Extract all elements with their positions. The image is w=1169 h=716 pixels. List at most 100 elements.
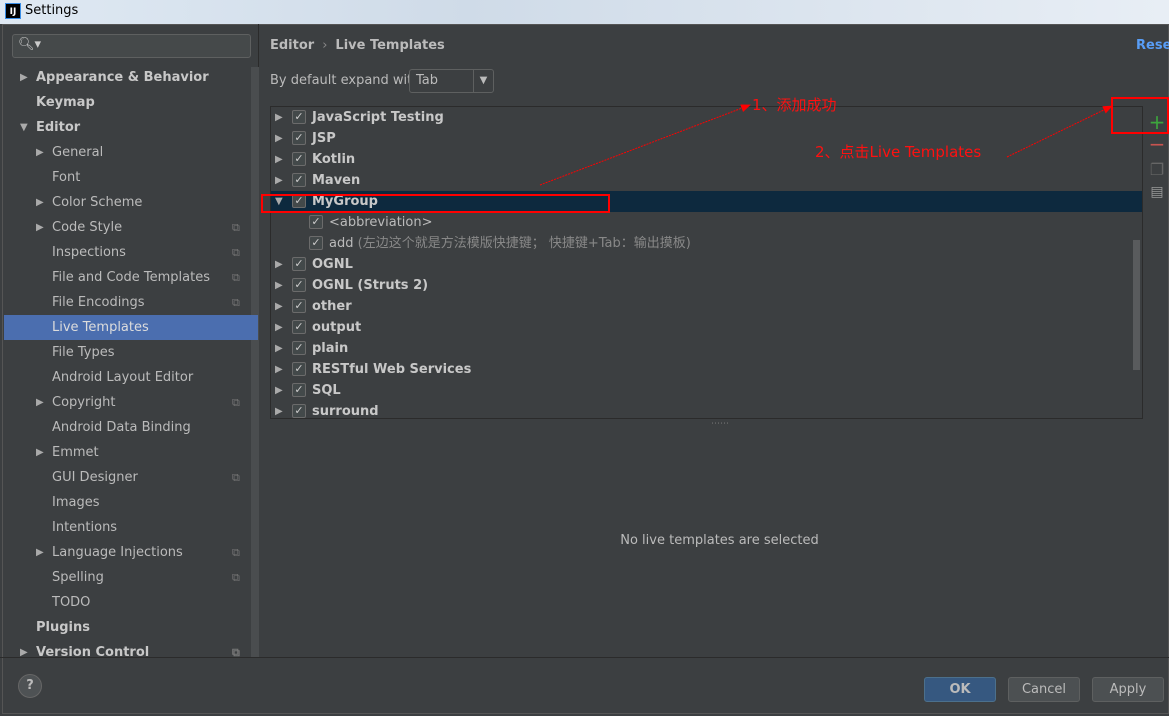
enabled-checkbox[interactable]: ✓ [292,110,306,124]
reset-link[interactable]: Reset [1136,38,1169,53]
sidebar-item-appearance-behavior[interactable]: ▶ Appearance & Behavior [0,65,250,90]
collapsed-arrow-icon[interactable]: ▶ [275,296,283,317]
change-context-icon[interactable]: ▤ [1147,184,1167,200]
template-group-row[interactable]: ▶ ✓ OGNL (Struts 2) [271,275,1142,296]
enabled-checkbox[interactable]: ✓ [292,320,306,334]
ok-button[interactable]: OK [924,677,996,702]
enabled-checkbox[interactable]: ✓ [292,278,306,292]
template-group-row[interactable]: ▶ ✓ SQL [271,380,1142,401]
template-group-row[interactable]: ▶ ✓ output [271,317,1142,338]
collapsed-arrow-icon[interactable]: ▶ [275,338,283,359]
template-label: OGNL [312,257,353,272]
collapsed-arrow-icon[interactable]: ▶ [275,107,283,128]
add-icon[interactable]: + [1147,110,1167,134]
template-group-row[interactable]: ▶ ✓ JSP [271,128,1142,149]
remove-icon[interactable]: − [1147,132,1167,156]
sidebar-item-version-control[interactable]: ▶ Version Control ⧉ [0,640,250,665]
sidebar-item-label: GUI Designer [52,470,138,485]
collapsed-arrow-icon[interactable]: ▶ [275,380,283,401]
template-row[interactable]: ✓ <abbreviation> [271,212,1142,233]
enabled-checkbox[interactable]: ✓ [292,299,306,313]
project-level-icon: ⧉ [232,571,240,584]
enabled-checkbox[interactable]: ✓ [292,404,306,418]
sidebar-item-android-data-binding[interactable]: Android Data Binding [0,415,250,440]
enabled-checkbox[interactable]: ✓ [292,341,306,355]
collapsed-arrow-icon[interactable]: ▶ [275,317,283,338]
collapsed-arrow-icon[interactable]: ▶ [275,254,283,275]
template-group-row[interactable]: ▶ ✓ Kotlin [271,149,1142,170]
sidebar-item-inspections[interactable]: Inspections ⧉ [0,240,250,265]
template-row[interactable]: ✓ add (左边这个就是方法模版快捷键； 快捷键+Tab：输出摸板) [271,233,1142,254]
collapsed-arrow-icon[interactable]: ▶ [275,128,283,149]
expanded-arrow-icon[interactable]: ▼ [20,115,28,140]
sidebar-item-label: Spelling [52,570,104,585]
sidebar-item-file-encodings[interactable]: File Encodings ⧉ [0,290,250,315]
search-input[interactable]: 🔍︎▾ [12,34,251,58]
sidebar-item-plugins[interactable]: Plugins [0,615,250,640]
template-group-row[interactable]: ▶ ✓ plain [271,338,1142,359]
expanded-arrow-icon[interactable]: ▼ [275,191,283,212]
enabled-checkbox[interactable]: ✓ [292,131,306,145]
sidebar-item-language-injections[interactable]: ▶ Language Injections ⧉ [0,540,250,565]
collapsed-arrow-icon[interactable]: ▶ [275,149,283,170]
sidebar-item-file-and-code-templates[interactable]: File and Code Templates ⧉ [0,265,250,290]
apply-button[interactable]: Apply [1092,677,1164,702]
collapsed-arrow-icon[interactable]: ▶ [36,390,44,415]
expand-with-select[interactable]: Tab ▼ [409,69,494,93]
sidebar-item-intentions[interactable]: Intentions [0,515,250,540]
sidebar-item-emmet[interactable]: ▶ Emmet [0,440,250,465]
sidebar-item-copyright[interactable]: ▶ Copyright ⧉ [0,390,250,415]
enabled-checkbox[interactable]: ✓ [292,194,306,208]
enabled-checkbox[interactable]: ✓ [292,173,306,187]
collapsed-arrow-icon[interactable]: ▶ [36,140,44,165]
collapsed-arrow-icon[interactable]: ▶ [275,359,283,380]
breadcrumb-live-templates: Live Templates [335,38,445,53]
template-group-row[interactable]: ▶ ✓ Maven [271,170,1142,191]
tree-scrollbar[interactable] [1133,240,1140,370]
splitter-handle[interactable]: ⋯⋯ [711,419,729,429]
sidebar-item-general[interactable]: ▶ General [0,140,250,165]
enabled-checkbox[interactable]: ✓ [292,152,306,166]
collapsed-arrow-icon[interactable]: ▶ [36,190,44,215]
sidebar-item-gui-designer[interactable]: GUI Designer ⧉ [0,465,250,490]
sidebar-item-editor[interactable]: ▼ Editor [0,115,250,140]
collapsed-arrow-icon[interactable]: ▶ [36,215,44,240]
template-group-row[interactable]: ▶ ✓ RESTful Web Services [271,359,1142,380]
template-group-row[interactable]: ▶ ✓ other [271,296,1142,317]
template-group-row[interactable]: ▼ ✓ MyGroup [271,191,1142,212]
enabled-checkbox[interactable]: ✓ [309,236,323,250]
sidebar-item-live-templates[interactable]: Live Templates [4,315,258,340]
sidebar-item-android-layout-editor[interactable]: Android Layout Editor [0,365,250,390]
copy-icon[interactable]: ❐ [1147,160,1167,179]
template-group-row[interactable]: ▶ ✓ surround [271,401,1142,418]
enabled-checkbox[interactable]: ✓ [309,215,323,229]
sidebar-item-todo[interactable]: TODO [0,590,250,615]
sidebar-item-color-scheme[interactable]: ▶ Color Scheme [0,190,250,215]
template-group-row[interactable]: ▶ ✓ OGNL [271,254,1142,275]
collapsed-arrow-icon[interactable]: ▶ [20,640,28,665]
sidebar-item-label: Inspections [52,245,126,260]
collapsed-arrow-icon[interactable]: ▶ [36,440,44,465]
template-label: JSP [312,131,336,146]
sidebar-item-keymap[interactable]: Keymap [0,90,250,115]
sidebar-item-font[interactable]: Font [0,165,250,190]
enabled-checkbox[interactable]: ✓ [292,383,306,397]
collapsed-arrow-icon[interactable]: ▶ [275,170,283,191]
sidebar-scrollbar[interactable] [251,67,259,657]
enabled-checkbox[interactable]: ✓ [292,362,306,376]
project-level-icon: ⧉ [232,546,240,559]
cancel-button[interactable]: Cancel [1008,677,1080,702]
sidebar-item-spelling[interactable]: Spelling ⧉ [0,565,250,590]
collapsed-arrow-icon[interactable]: ▶ [275,401,283,418]
template-group-row[interactable]: ▶ ✓ JavaScript Testing [271,107,1142,128]
breadcrumb-editor[interactable]: Editor [270,38,314,53]
enabled-checkbox[interactable]: ✓ [292,257,306,271]
collapsed-arrow-icon[interactable]: ▶ [20,65,28,90]
sidebar-item-file-types[interactable]: File Types [0,340,250,365]
settings-nav: ▶ Appearance & Behavior Keymap ▼ Editor ▶ Gene… [0,65,258,665]
collapsed-arrow-icon[interactable]: ▶ [275,275,283,296]
help-button[interactable]: ? [18,674,42,698]
collapsed-arrow-icon[interactable]: ▶ [36,540,44,565]
sidebar-item-code-style[interactable]: ▶ Code Style ⧉ [0,215,250,240]
sidebar-item-images[interactable]: Images [0,490,250,515]
